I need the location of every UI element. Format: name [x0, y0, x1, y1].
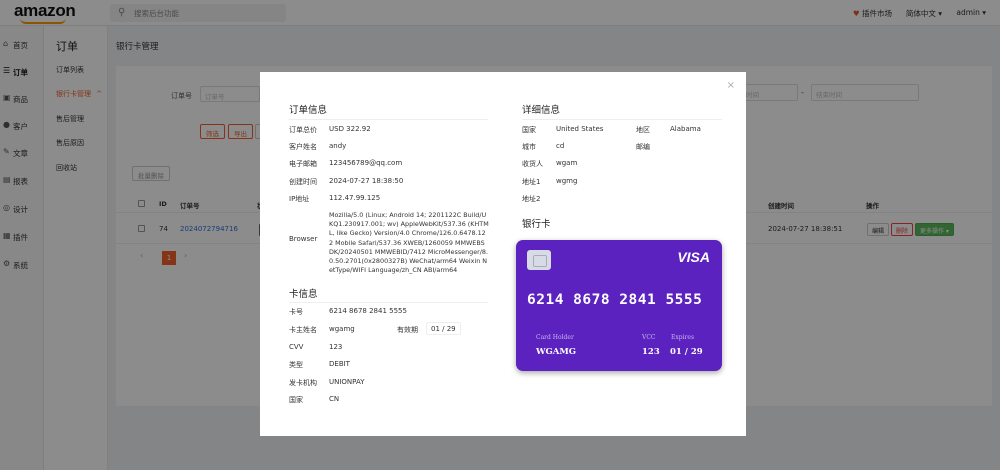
bank-card-number: 6214 8678 2841 5555: [527, 292, 703, 308]
card-type-value: DEBIT: [329, 360, 350, 368]
card-no-value: 6214 8678 2841 5555: [329, 307, 407, 315]
city-label: 城市: [522, 143, 536, 151]
city-value: cd: [556, 142, 565, 150]
bank-card-vcc: 123: [642, 347, 660, 357]
bank-card-holder-label: Card Holder: [536, 334, 574, 341]
expiry-value: 01 / 29: [426, 322, 461, 335]
close-icon[interactable]: ×: [727, 80, 735, 91]
card-info-title: 卡信息: [289, 289, 318, 300]
cvv-value: 123: [329, 343, 343, 351]
bank-card-expires: 01 / 29: [670, 347, 703, 357]
ip-address-value: 112.47.99.125: [329, 194, 381, 202]
order-total-value: USD 322.92: [329, 125, 371, 133]
bank-card-holder: WGAMG: [536, 347, 577, 357]
detail-info-title: 详细信息: [522, 105, 561, 116]
customer-name-label: 客户姓名: [289, 143, 317, 151]
zip-label: 邮编: [636, 143, 650, 151]
receiver-value: wgam: [556, 159, 578, 167]
cvv-label: CVV: [289, 343, 304, 351]
card-holder-label: 卡主姓名: [289, 326, 317, 334]
expiry-label: 有效期: [397, 326, 418, 334]
card-country-label: 国家: [289, 396, 303, 404]
browser-value: Mozilla/5.0 (Linux; Android 14; 2201122C…: [329, 211, 489, 275]
bank-card-expires-label: Expires: [671, 334, 695, 341]
created-time-label: 创建时间: [289, 178, 317, 186]
created-time-value: 2024-07-27 18:38:50: [329, 177, 404, 185]
detail-info-divider: [522, 119, 722, 120]
order-info-divider: [289, 119, 488, 120]
ip-address-label: IP地址: [289, 195, 310, 203]
address1-label: 地址1: [522, 178, 541, 186]
country-value: United States: [556, 125, 604, 133]
browser-label: Browser: [289, 235, 318, 243]
email-label: 电子邮箱: [289, 160, 317, 168]
card-holder-value: wgamg: [329, 325, 355, 333]
bank-card-vcc-label: VCC: [642, 334, 656, 341]
region-value: Alabama: [670, 125, 701, 133]
card-no-label: 卡号: [289, 308, 303, 316]
order-total-label: 订单总价: [289, 126, 317, 134]
issuer-label: 发卡机构: [289, 379, 317, 387]
order-detail-modal: × 订单信息 订单总价 USD 322.92 客户姓名 andy 电子邮箱 12…: [260, 72, 746, 436]
receiver-label: 收货人: [522, 160, 543, 168]
card-type-label: 类型: [289, 361, 303, 369]
address1-value: wgmg: [556, 177, 578, 185]
card-country-value: CN: [329, 395, 340, 403]
order-info-title: 订单信息: [289, 105, 328, 116]
bank-card-visual: VISA 6214 8678 2841 5555 Card Holder VCC…: [516, 240, 722, 371]
address2-label: 地址2: [522, 195, 541, 203]
visa-logo: VISA: [677, 249, 710, 265]
bank-card-title: 银行卡: [522, 219, 551, 230]
issuer-value: UNIONPAY: [329, 378, 365, 386]
country-label: 国家: [522, 126, 536, 134]
region-label: 地区: [636, 126, 650, 134]
card-info-divider: [289, 302, 488, 303]
customer-name-value: andy: [329, 142, 347, 150]
card-chip-icon: [527, 250, 551, 270]
email-value: 123456789@qq.com: [329, 159, 403, 167]
